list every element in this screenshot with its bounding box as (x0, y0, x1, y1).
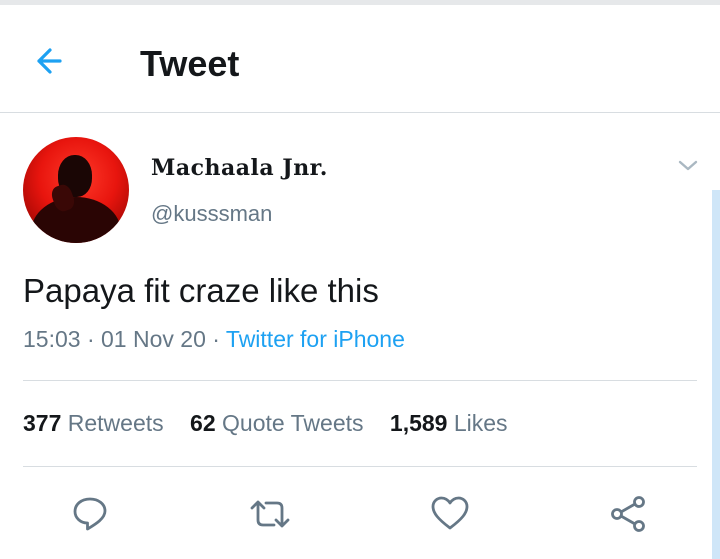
likes-count: 1,589 (389, 410, 448, 436)
meta-separator: · (86, 326, 95, 352)
meta-separator: · (212, 326, 220, 352)
tweet-time: 15:03 (23, 326, 81, 352)
share-icon (611, 496, 645, 532)
chevron-down-icon (678, 160, 698, 171)
reply-button[interactable] (70, 494, 110, 534)
quote-tweets-stat[interactable]: 62 Quote Tweets (190, 410, 363, 436)
tweet-stats: 377 Retweets 62 Quote Tweets 1,589 Likes (23, 410, 528, 437)
avatar[interactable] (23, 137, 129, 243)
likes-stat[interactable]: 1,589 Likes (390, 410, 508, 436)
retweets-stat[interactable]: 377 Retweets (23, 410, 164, 436)
author-handle[interactable]: @kusssman (151, 201, 272, 227)
retweets-label: Retweets (67, 410, 164, 436)
page-title: Tweet (140, 43, 240, 84)
retweets-count: 377 (23, 410, 62, 436)
share-button[interactable] (608, 494, 648, 534)
tweet-options-button[interactable] (675, 152, 701, 178)
like-button[interactable] (430, 494, 470, 534)
tweet-date: 01 Nov 20 (101, 326, 206, 352)
tweet-meta: 15:03 · 01 Nov 20 · Twitter for iPhone (23, 326, 405, 353)
quote-tweets-count: 62 (190, 410, 216, 436)
arrow-left-icon (37, 48, 62, 74)
divider (23, 380, 697, 381)
scrollbar[interactable] (712, 190, 720, 559)
divider (23, 466, 697, 467)
reply-icon (73, 497, 107, 531)
likes-label: Likes (453, 410, 508, 436)
retweet-button[interactable] (248, 494, 290, 534)
quote-tweets-label: Quote Tweets (222, 410, 364, 436)
like-icon (431, 496, 469, 530)
back-button[interactable] (30, 41, 78, 81)
retweet-icon (250, 500, 290, 528)
tweet-text: Papaya fit craze like this (23, 272, 379, 309)
tweet-source-link[interactable]: Twitter for iPhone (226, 326, 405, 352)
author-display-name[interactable]: Machaala Jnr. (151, 155, 328, 181)
app-header: Tweet (0, 5, 720, 113)
